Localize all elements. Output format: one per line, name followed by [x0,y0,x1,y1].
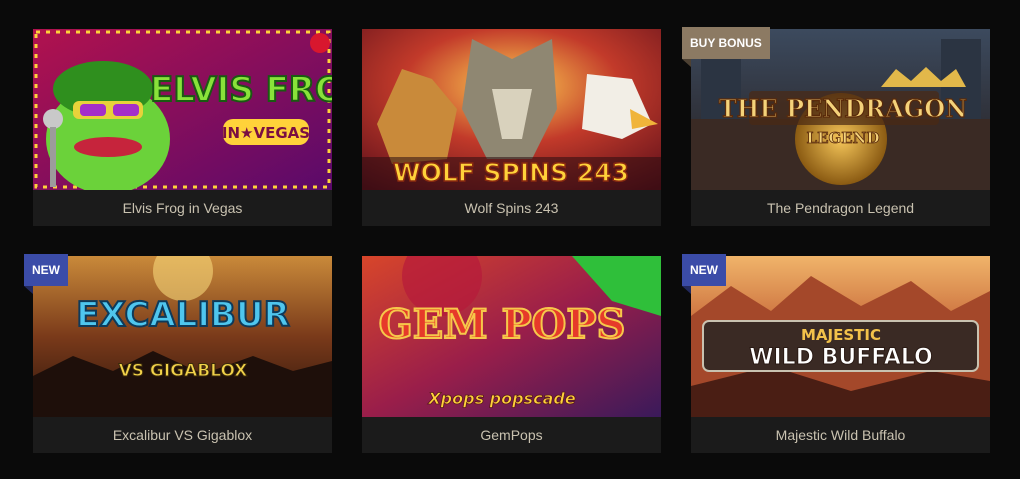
buffalo-art-subtitle: WILD BUFFALO [749,345,933,370]
pendragon-art-subtitle: LEGEND [807,129,880,147]
game-thumbnail[interactable]: MAJESTIC WILD BUFFALO [691,256,990,417]
excalibur-art-subtitle: VS GIGABLOX [119,361,248,381]
game-thumbnail[interactable]: ELVIS FROG IN★VEGAS [33,29,332,190]
game-card-gempops[interactable]: GEM POPS Xpops popscade GemPops [362,256,661,453]
game-card-majestic-wild-buffalo[interactable]: NEW MAJESTIC WILD BUFFALO Majestic Wild … [682,254,990,453]
elvis-frog-art-subtitle: IN★VEGAS [222,124,310,142]
game-title[interactable]: Wolf Spins 243 [362,190,661,226]
new-badge: NEW [682,254,726,294]
game-thumbnail[interactable]: GEM POPS Xpops popscade [362,256,661,417]
game-thumbnail[interactable]: EXCALIBUR VS GIGABLOX [33,256,332,417]
new-badge: NEW [24,254,68,294]
buy-bonus-badge: BUY BONUS [682,27,770,67]
game-thumbnail[interactable]: WOLF SPINS 243 [362,29,661,190]
game-title[interactable]: Elvis Frog in Vegas [33,190,332,226]
game-title[interactable]: Excalibur VS Gigablox [33,417,332,453]
game-grid: ELVIS FROG IN★VEGAS Elvis Frog in Vegas [24,27,990,453]
game-title[interactable]: Majestic Wild Buffalo [691,417,990,453]
elvis-frog-art-title: ELVIS FROG [150,70,332,110]
excalibur-art-title: EXCALIBUR [76,295,290,335]
game-card-elvis-frog[interactable]: ELVIS FROG IN★VEGAS Elvis Frog in Vegas [33,29,332,226]
gempops-art-title: GEM POPS [379,301,626,348]
wolf-spins-art-title: WOLF SPINS 243 [393,158,629,187]
game-title[interactable]: The Pendragon Legend [691,190,990,226]
game-card-pendragon-legend[interactable]: BUY BONUS THE PENDRAGON LEGEND The Pendr… [682,27,990,226]
game-card-wolf-spins[interactable]: WOLF SPINS 243 Wolf Spins 243 [362,29,661,226]
buffalo-art-title: MAJESTIC [801,326,881,344]
game-card-excalibur-vs-gigablox[interactable]: NEW EXCALIBUR VS GIGABLOX Excalibur VS G… [24,254,332,453]
pendragon-art-title: THE PENDRAGON [719,94,967,123]
game-title[interactable]: GemPops [362,417,661,453]
gempops-art-subtitle: Xpops popscade [427,389,575,408]
